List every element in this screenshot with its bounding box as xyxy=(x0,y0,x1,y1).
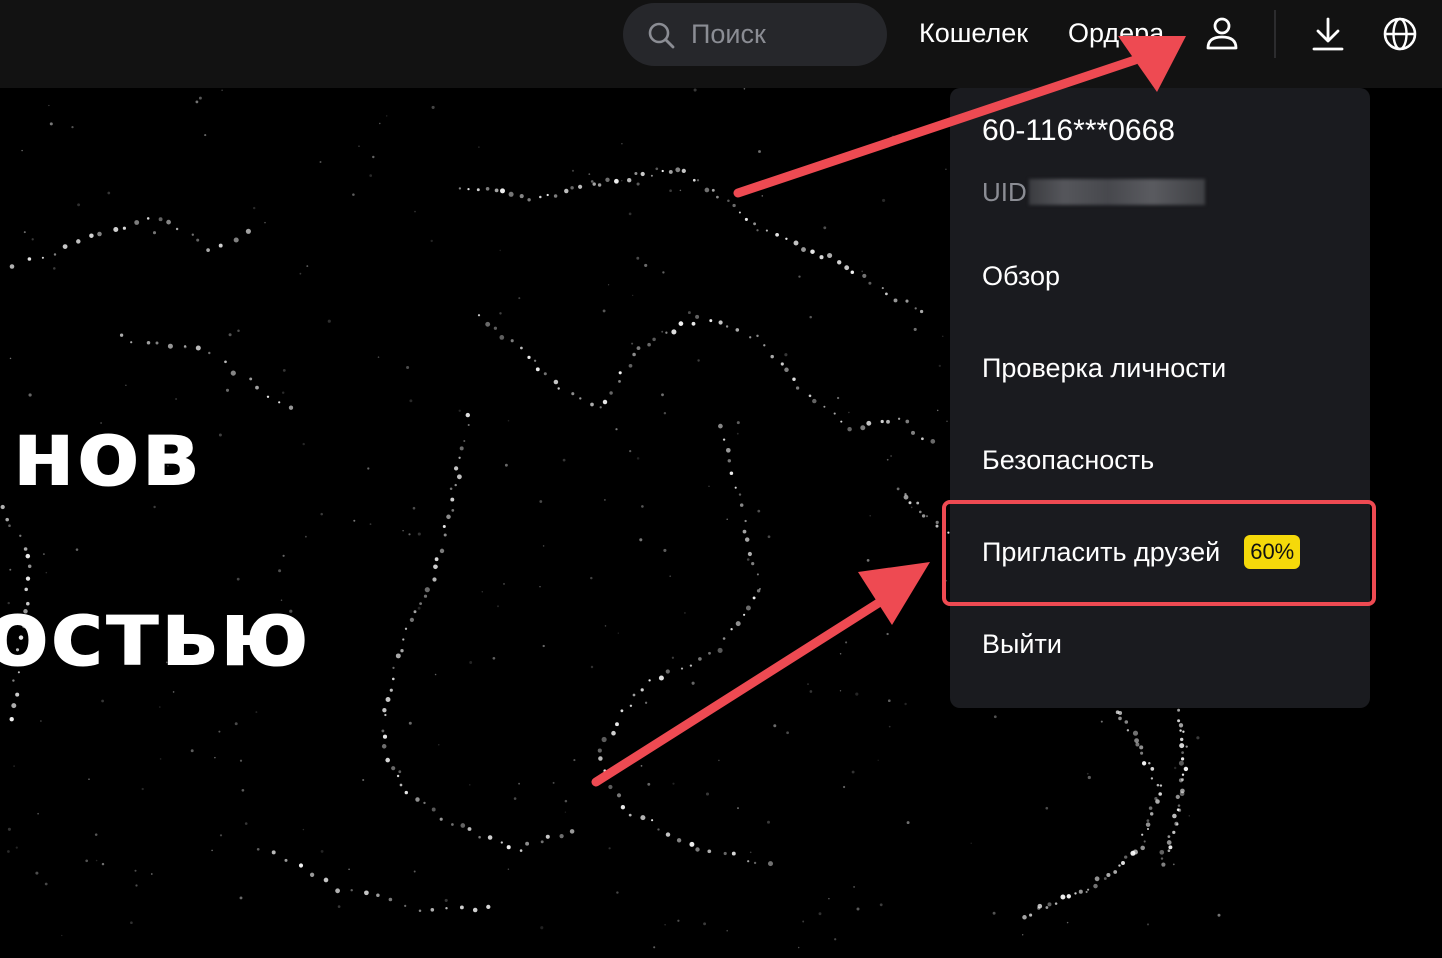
search-icon xyxy=(648,22,675,48)
hero-heading-line1: нов xyxy=(12,400,200,507)
toolbar-divider xyxy=(1274,10,1276,58)
page: нов остью Кошелек Ордера xyxy=(0,0,1442,958)
menu-item-invite-friends[interactable]: Пригласить друзей 60% xyxy=(982,532,1301,572)
search-input[interactable] xyxy=(689,18,873,51)
nav-orders-link[interactable]: Ордера xyxy=(1068,14,1164,52)
menu-item-label: Безопасность xyxy=(982,445,1155,475)
search-box[interactable] xyxy=(623,3,887,66)
uid-label: UID xyxy=(982,177,1027,207)
download-icon[interactable] xyxy=(1308,14,1348,54)
menu-item-label: Обзор xyxy=(982,261,1060,291)
menu-item-logout[interactable]: Выйти xyxy=(982,624,1062,664)
globe-icon[interactable] xyxy=(1380,14,1420,54)
commission-badge: 60% xyxy=(1244,535,1301,569)
account-phone: 60-116***0668 xyxy=(982,114,1175,147)
uid-value-redacted xyxy=(1028,179,1205,205)
account-dropdown-menu: 60-116***0668 UID Обзор Проверка личност… xyxy=(950,88,1370,708)
menu-item-overview[interactable]: Обзор xyxy=(982,256,1060,296)
menu-item-security[interactable]: Безопасность xyxy=(982,440,1154,480)
menu-item-label: Пригласить друзей xyxy=(982,537,1221,567)
menu-item-identity-verification[interactable]: Проверка личности xyxy=(982,348,1226,388)
nav-wallet-link[interactable]: Кошелек xyxy=(919,14,1028,52)
menu-item-label: Проверка личности xyxy=(982,353,1227,383)
user-icon[interactable] xyxy=(1202,14,1242,54)
menu-item-label: Выйти xyxy=(982,629,1062,659)
account-uid: UID xyxy=(982,174,1205,210)
top-navigation-bar: Кошелек Ордера xyxy=(0,0,1442,88)
hero-heading-line2: остью xyxy=(0,580,310,687)
